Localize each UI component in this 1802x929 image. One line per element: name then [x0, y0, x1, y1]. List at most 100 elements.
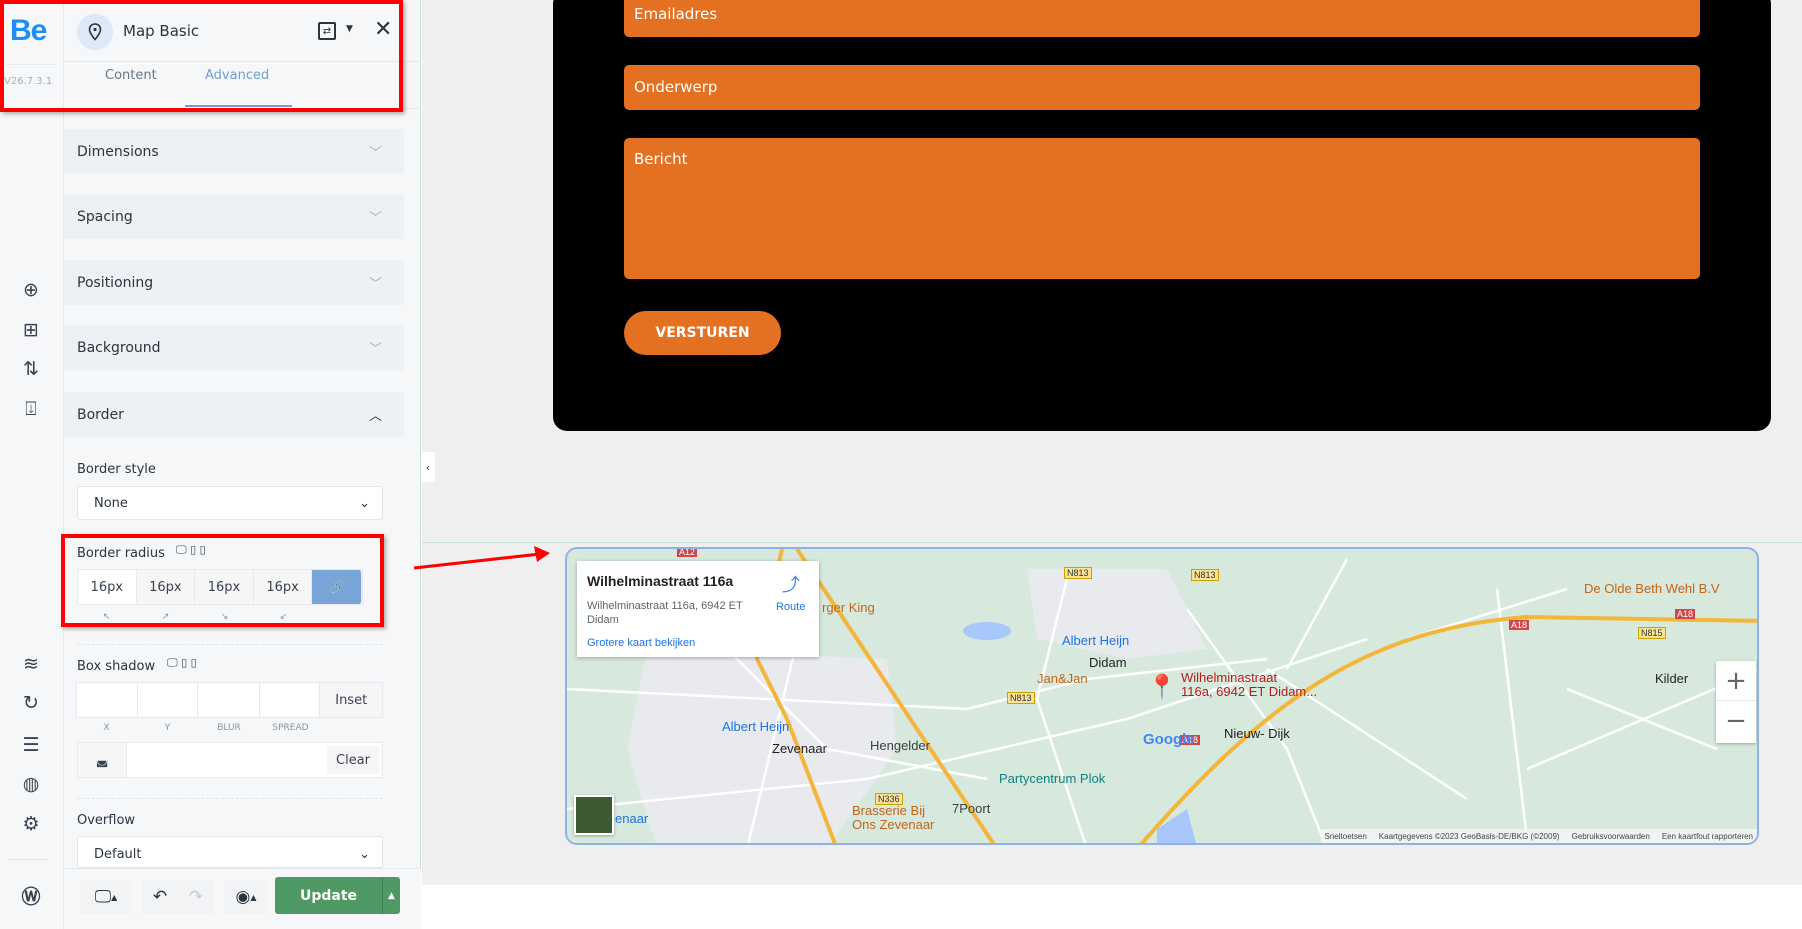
- clear-button[interactable]: Clear: [327, 746, 379, 774]
- section-background[interactable]: Background ﹀: [64, 325, 404, 370]
- update-options-caret[interactable]: ▲: [382, 877, 400, 914]
- map-footer: Sneltoetsen Kaartgegevens ©2023 GeoBasis…: [1320, 829, 1757, 843]
- section-label: Border: [77, 406, 124, 423]
- responsive-desktop-button[interactable]: 🖵 ▲: [80, 880, 132, 914]
- layers-icon[interactable]: ≋: [18, 651, 44, 677]
- chevron-down-icon: ﹀: [368, 146, 382, 161]
- plus-circle-icon[interactable]: ⊕: [18, 277, 44, 303]
- place-label-line: Ons Zevenaar: [852, 817, 935, 832]
- route-link[interactable]: Route: [776, 601, 805, 613]
- message-field[interactable]: Bericht: [624, 138, 1700, 279]
- gear-icon[interactable]: ⚙: [18, 811, 44, 837]
- import-icon[interactable]: ⍗: [18, 396, 44, 422]
- border-style-label: Border style: [77, 462, 156, 477]
- place-label-line: Brasserie Bij: [852, 803, 925, 818]
- settings-panel: Map Basic ⇄ ▼ ✕ Content Advanced Dimensi…: [64, 0, 421, 929]
- shortcuts-link[interactable]: Sneltoetsen: [1325, 832, 1367, 841]
- section-label: Background: [77, 339, 161, 356]
- town-label: Kilder: [1655, 671, 1689, 686]
- road-shield: A18: [1675, 609, 1696, 619]
- shadow-spread-input[interactable]: [259, 683, 321, 717]
- card-title: Wilhelminastraat 116a: [587, 573, 734, 589]
- add-section-icon[interactable]: ⊞: [18, 317, 44, 343]
- road-shield: N813: [1191, 569, 1219, 581]
- email-field[interactable]: Emailadres: [624, 0, 1700, 37]
- submit-button[interactable]: VERSTUREN: [624, 311, 781, 355]
- satellite-toggle[interactable]: [574, 795, 614, 835]
- desktop-icon[interactable]: 🖵 ▯ ▯: [167, 656, 197, 670]
- box-shadow-label: Box shadow: [77, 659, 156, 674]
- section-label: Positioning: [77, 274, 154, 291]
- undo-icon[interactable]: ↶: [142, 880, 178, 914]
- larger-map-link[interactable]: Grotere kaart bekijken: [587, 637, 695, 649]
- annotation-box: [0, 0, 403, 112]
- road-shield: N336: [875, 793, 903, 805]
- border-style-select[interactable]: None ⌄: [77, 486, 383, 520]
- sort-icon[interactable]: ⇅: [18, 356, 44, 382]
- section-dimensions[interactable]: Dimensions ﹀: [64, 129, 404, 174]
- place-label[interactable]: 7Poort: [952, 801, 990, 816]
- place-label[interactable]: Jan&Jan: [1037, 671, 1088, 686]
- history-icon[interactable]: ↻: [18, 690, 44, 716]
- shadow-blur-input[interactable]: [198, 683, 260, 717]
- divider: [8, 859, 48, 860]
- place-label[interactable]: enaar: [615, 811, 648, 826]
- shadow-y-input[interactable]: [137, 683, 199, 717]
- chevron-down-icon: ⌄: [359, 495, 370, 511]
- place-label[interactable]: Partycentrum Plok: [999, 771, 1105, 786]
- road-shield: A12: [677, 547, 698, 557]
- place-label[interactable]: Hengelder: [870, 738, 930, 753]
- overflow-select[interactable]: Default ⌄: [77, 836, 383, 868]
- town-label: Didam: [1089, 655, 1127, 670]
- preview-eye-icon[interactable]: ◉ ▲: [224, 880, 268, 914]
- section-label: Dimensions: [77, 143, 159, 160]
- chevron-up-icon: ︿: [368, 409, 382, 424]
- pin-label-line: 116a, 6942 ET Didam...: [1181, 684, 1318, 699]
- sliders-icon[interactable]: ☰: [18, 732, 44, 758]
- shadow-x-input[interactable]: [77, 683, 138, 717]
- chevron-down-icon: ⌄: [359, 847, 370, 862]
- road-shield: N815: [1638, 627, 1666, 639]
- field-label: BLUR: [217, 723, 241, 733]
- pin-label[interactable]: Wilhelminastraat 116a, 6942 ET Didam...: [1181, 671, 1317, 699]
- section-border[interactable]: Border ︿: [64, 392, 404, 437]
- redo-icon[interactable]: ↷: [178, 880, 214, 914]
- overflow-label: Overflow: [77, 813, 136, 828]
- globe-icon[interactable]: ◍: [18, 771, 44, 797]
- shadow-color-row: ◛ Clear: [77, 742, 383, 778]
- subject-field[interactable]: Onderwerp: [624, 65, 1700, 110]
- left-rail: Be V26.7.3.1 ⊕ ⊞ ⇅ ⍗ ≋ ↻ ☰ ◍ ⚙ Ⓦ: [0, 0, 64, 929]
- chevron-down-icon: ﹀: [368, 342, 382, 357]
- place-label[interactable]: Albert Heijn: [1062, 633, 1129, 648]
- road-shield: A18: [1509, 620, 1530, 630]
- directions-icon[interactable]: ⤴: [782, 571, 800, 597]
- chevron-down-icon: ﹀: [368, 211, 382, 226]
- google-logo: Google: [1143, 731, 1195, 748]
- field-label: X: [103, 723, 110, 733]
- inset-button[interactable]: Inset: [320, 683, 383, 717]
- section-positioning[interactable]: Positioning ﹀: [64, 260, 404, 305]
- field-label: SPREAD: [272, 723, 309, 733]
- collapse-panel-icon[interactable]: ‹: [421, 452, 435, 482]
- place-label[interactable]: Albert Heijn: [722, 719, 789, 734]
- update-button[interactable]: Update: [275, 877, 382, 914]
- place-label[interactable]: De Olde Beth Wehl B.V: [1584, 581, 1720, 596]
- divider: [77, 798, 383, 799]
- shadow-color-input[interactable]: [127, 743, 324, 777]
- section-spacing[interactable]: Spacing ﹀: [64, 194, 404, 239]
- place-label[interactable]: Brasserie Bij Ons Zevenaar: [852, 804, 934, 832]
- place-label[interactable]: rger King: [822, 600, 875, 615]
- paint-bucket-icon[interactable]: ◛: [78, 743, 127, 777]
- zoom-in-button[interactable]: +: [1716, 661, 1756, 701]
- report-error-link[interactable]: Een kaartfout rapporteren: [1662, 832, 1753, 841]
- wordpress-icon[interactable]: Ⓦ: [18, 882, 44, 908]
- annotation-arrow: [413, 546, 550, 570]
- annotation-box: [61, 534, 384, 627]
- google-map[interactable]: Wilhelminastraat 116a Wilhelminastraat 1…: [565, 547, 1759, 845]
- terms-link[interactable]: Gebruiksvoorwaarden: [1572, 832, 1650, 841]
- zoom-out-button[interactable]: −: [1716, 701, 1756, 741]
- select-value: Default: [94, 847, 142, 862]
- box-shadow-inputs: Inset: [76, 682, 383, 718]
- select-value: None: [94, 495, 128, 511]
- map-pin-icon[interactable]: 📍: [1147, 673, 1177, 702]
